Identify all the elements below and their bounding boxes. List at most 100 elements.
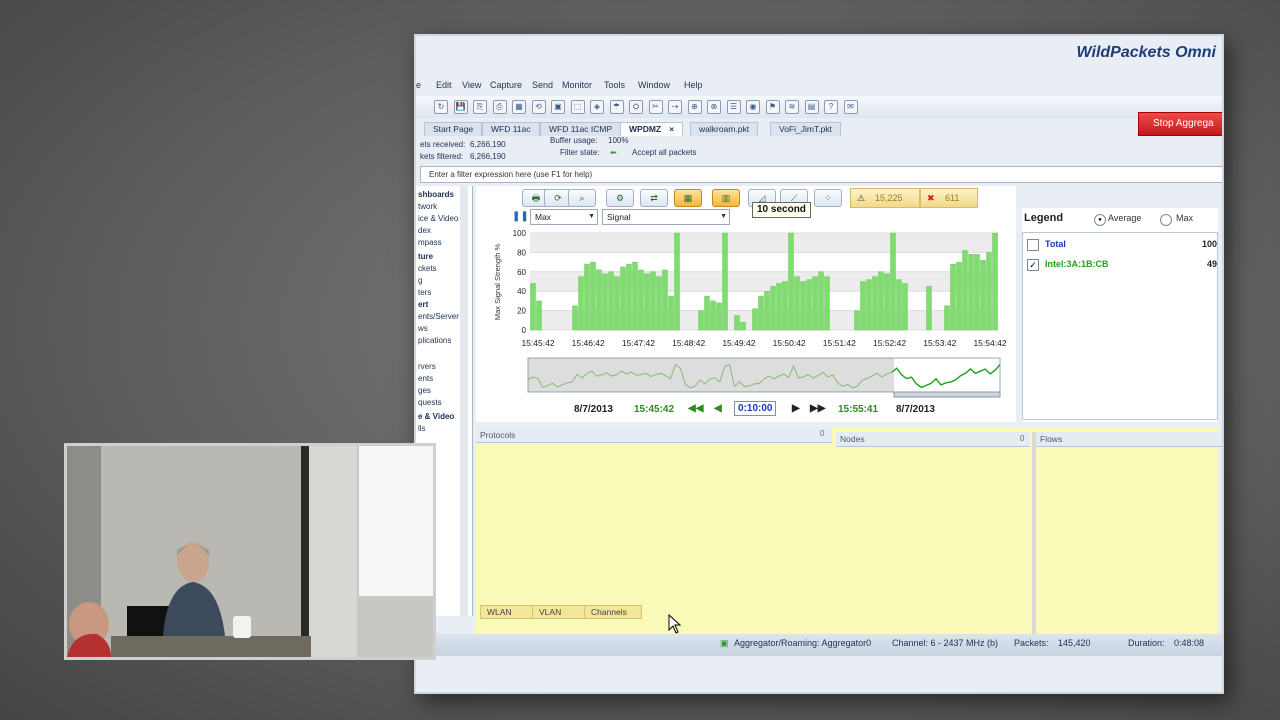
nodes-count: 0 — [1020, 434, 1025, 443]
box-icon[interactable]: ▣ — [551, 100, 565, 114]
bar — [854, 310, 860, 331]
menu-item-window[interactable]: Window — [638, 80, 670, 90]
sidebar-item-5[interactable]: ture — [418, 252, 433, 261]
tab-1[interactable]: WFD 11ac — [482, 122, 540, 136]
bar — [878, 271, 884, 331]
buffer-usage-value: 100% — [608, 136, 629, 145]
y-tick-label: 80 — [517, 248, 526, 257]
menu-item-monitor[interactable]: Monitor — [562, 80, 592, 90]
sidebar-item-7[interactable]: g — [418, 276, 422, 285]
legend-checkbox-intel[interactable]: ✓ — [1027, 259, 1039, 271]
end-time: 15:55:41 — [838, 404, 879, 415]
list-icon[interactable]: ☰ — [726, 100, 741, 114]
protocols-header[interactable]: Protocols — [476, 428, 832, 443]
plus-icon[interactable]: ⊕ — [687, 100, 702, 114]
flows-header[interactable]: Flows — [1036, 432, 1222, 447]
close-icon[interactable]: × — [669, 124, 674, 134]
sidebar-item-0[interactable]: shboards — [418, 190, 454, 199]
sidebar-item-3[interactable]: dex — [418, 226, 431, 235]
nodes-header[interactable]: Nodes — [836, 432, 1030, 447]
fast-forward-icon[interactable]: ▶▶ — [810, 403, 825, 414]
sidebar-item-15[interactable]: ges — [418, 386, 431, 395]
sidebar-item-8[interactable]: ters — [418, 288, 431, 297]
tab-wlan[interactable]: WLAN — [480, 605, 538, 619]
sidebar-item-10[interactable]: ents/Server — [418, 312, 459, 321]
duration-field[interactable]: 0:10:00 — [734, 401, 777, 416]
sidebar-scrollbar[interactable] — [460, 186, 468, 616]
filter-state-icon: ⬅ — [610, 148, 617, 157]
sidebar-item-16[interactable]: quests — [418, 398, 442, 407]
cut-icon[interactable]: ✂ — [648, 100, 663, 114]
bar — [638, 269, 644, 331]
menu-item-view[interactable]: View — [462, 80, 481, 90]
save-icon[interactable]: 💾 — [453, 100, 468, 114]
bar — [572, 305, 578, 331]
step-back-icon[interactable]: ◀ — [714, 403, 722, 414]
bar — [584, 263, 590, 331]
step-forward-icon[interactable]: ▶ — [792, 403, 800, 414]
sidebar-item-12[interactable]: plications — [418, 336, 451, 345]
x-tick-label: 15:49:42 — [722, 338, 755, 348]
y-tick-label: 40 — [517, 287, 526, 296]
menu-item-capture[interactable]: Capture — [490, 80, 522, 90]
filter-expression-input[interactable]: Enter a filter expression here (use F1 f… — [420, 166, 1222, 183]
tab-5[interactable]: VoFi_JimT.pkt — [770, 122, 841, 136]
bar — [674, 232, 680, 331]
bar — [962, 250, 968, 331]
settings-icon[interactable]: ⛭ — [629, 100, 643, 114]
tab-channels[interactable]: Channels — [584, 605, 642, 619]
rewind-icon[interactable]: ◀◀ — [688, 403, 703, 414]
refresh-icon[interactable]: ↻ — [434, 100, 448, 114]
bar — [950, 263, 956, 331]
stop-aggregator-button[interactable]: Stop Aggrega — [1138, 112, 1222, 136]
legend-checkbox-total[interactable] — [1027, 239, 1039, 251]
menu-item-send[interactable]: Send — [532, 80, 553, 90]
bar — [698, 310, 704, 331]
bar — [752, 308, 758, 331]
bar — [626, 263, 632, 331]
sidebar-item-14[interactable]: ents — [418, 374, 433, 383]
stop-icon[interactable]: ⊗ — [707, 100, 721, 114]
menu-item-edit[interactable]: Edit — [436, 80, 452, 90]
diamond-icon[interactable]: ◈ — [590, 100, 604, 114]
max-label: Max — [1176, 213, 1194, 223]
copy-icon[interactable]: ⎘ — [473, 100, 487, 114]
frame-icon[interactable]: ⬚ — [570, 100, 585, 114]
sidebar-item-11[interactable]: ws — [418, 324, 428, 333]
sidebar-item-13[interactable]: rvers — [418, 362, 436, 371]
sidebar-item-9[interactable]: ert — [418, 300, 428, 309]
tab-0[interactable]: Start Page — [424, 122, 483, 136]
tab-3[interactable]: WPDMZ × — [620, 122, 684, 136]
menu-item-help[interactable]: Help — [684, 80, 703, 90]
mail-icon[interactable]: ✉ — [843, 100, 858, 114]
table-icon[interactable]: ▤ — [804, 100, 819, 114]
tab-label: WFD 11ac — [491, 124, 531, 134]
wave-icon[interactable]: ≋ — [785, 100, 799, 114]
tab-4[interactable]: walkroam.pkt — [690, 122, 759, 136]
print-icon[interactable]: ⎙ — [492, 100, 507, 114]
overview-range-handle[interactable] — [893, 391, 1001, 398]
sidebar-item-17[interactable]: e & Video — [418, 412, 454, 421]
bar — [986, 252, 992, 331]
sidebar-item-4[interactable]: mpass — [418, 238, 442, 247]
legend-list: Total 100 ✓ Intel:3A:1B:CB 49 — [1022, 232, 1218, 420]
help-icon[interactable]: ? — [824, 100, 838, 114]
menu-item-e[interactable]: e — [416, 80, 421, 90]
arrow-icon[interactable]: ⇢ — [668, 100, 682, 114]
sidebar-item-2[interactable]: ice & Video — [418, 214, 458, 223]
umbrella-icon[interactable]: ☂ — [609, 100, 624, 114]
undo-icon[interactable]: ⟲ — [531, 100, 546, 114]
sidebar-item-6[interactable]: ckets — [418, 264, 437, 273]
tab-2[interactable]: WFD 11ac ICMP — [540, 122, 622, 136]
target-icon[interactable]: ◉ — [746, 100, 760, 114]
flag-icon[interactable]: ⚑ — [765, 100, 780, 114]
bar — [926, 286, 932, 331]
x-tick-label: 15:50:42 — [773, 338, 806, 348]
sidebar-item-18[interactable]: lls — [418, 424, 426, 433]
tab-vlan[interactable]: VLAN — [532, 605, 590, 619]
max-radio[interactable] — [1160, 214, 1172, 226]
grid-icon[interactable]: ▦ — [512, 100, 526, 114]
sidebar-item-1[interactable]: twork — [418, 202, 437, 211]
average-radio[interactable]: ● — [1094, 214, 1106, 226]
menu-item-tools[interactable]: Tools — [604, 80, 625, 90]
